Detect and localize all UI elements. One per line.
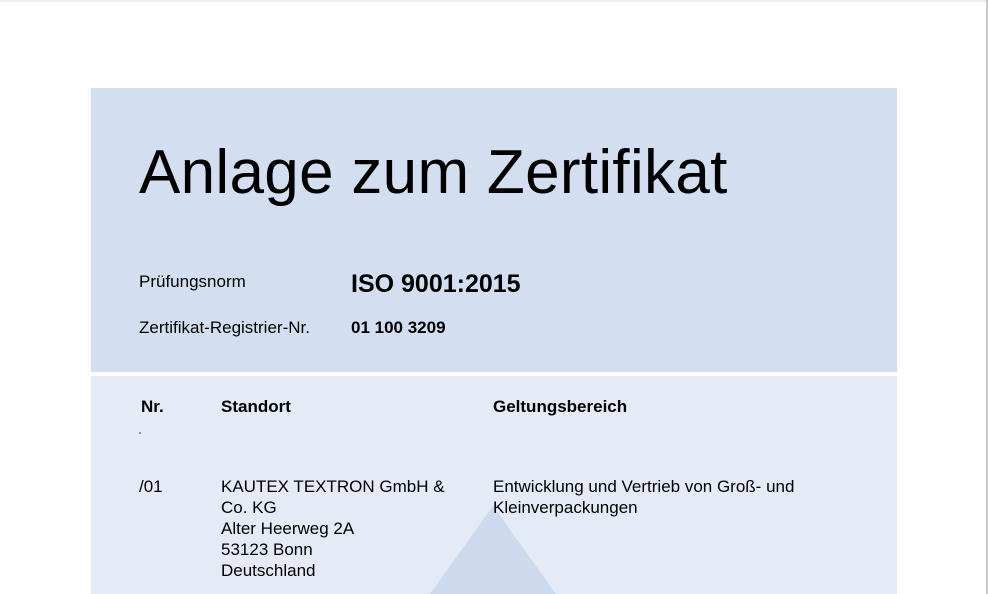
standort-city: 53123 Bonn [221,540,313,559]
registration-number-label: Zertifikat-Registrier-Nr. [139,318,310,337]
norm-value: ISO 9001:2015 [351,270,521,298]
page-title: Anlage zum Zertifikat [139,138,728,207]
standort-company-line-1: KAUTEX TEXTRON GmbH & [221,477,445,496]
page-top-edge [0,0,988,2]
registration-number-value: 01 100 3209 [351,318,446,337]
standort-country: Deutschland [221,561,316,580]
certificate-header: Anlage zum Zertifikat Prüfungsnorm ISO 9… [91,88,897,372]
column-header-geltungsbereich: Geltungsbereich [493,397,628,416]
divider-dot [139,432,141,434]
row-standort: KAUTEX TEXTRON GmbH & Co. KG Alter Heerw… [221,476,481,581]
column-header-standort: Standort [221,397,291,416]
row-geltungsbereich: Entwicklung und Vertrieb von Groß- und K… [493,476,853,518]
geltungsbereich-line-2: Kleinverpackungen [493,498,638,517]
column-header-nr: Nr. [141,397,164,416]
site-table: Nr. Standort Geltungsbereich /01 KAUTEX … [91,376,897,594]
row-nr: /01 [139,477,163,496]
standort-company-line-2: Co. KG [221,498,277,517]
geltungsbereich-line-1: Entwicklung und Vertrieb von Groß- und [493,477,795,496]
standort-street: Alter Heerweg 2A [221,519,355,538]
norm-label: Prüfungsnorm [139,272,246,291]
